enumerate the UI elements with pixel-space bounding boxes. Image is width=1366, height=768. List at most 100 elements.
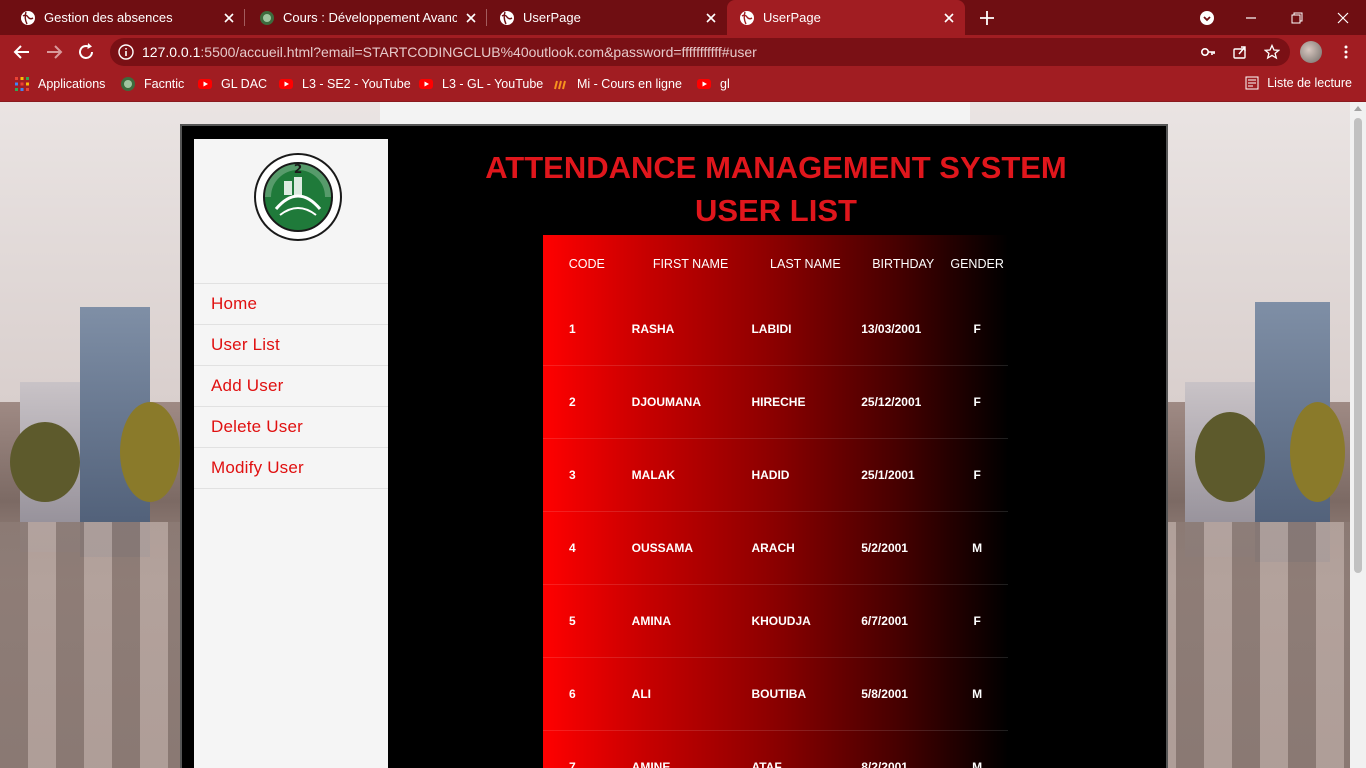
bookmark-label: Mi - Cours en ligne xyxy=(577,77,682,91)
close-icon xyxy=(1337,12,1349,23)
cell-last-name: HIRECHE xyxy=(750,365,861,439)
bookmark-l3-se2[interactable]: L3 - SE2 - YouTube xyxy=(278,76,411,92)
scrollbar-thumb[interactable] xyxy=(1354,118,1362,573)
sidebar-item-modify-user[interactable]: Modify User xyxy=(194,448,388,489)
close-icon[interactable] xyxy=(703,10,719,26)
globe-icon xyxy=(740,10,754,25)
bookmark-mi-cours[interactable]: Mi - Cours en ligne xyxy=(553,76,682,92)
new-tab-plus-icon[interactable] xyxy=(977,8,997,28)
reading-list-button[interactable]: Liste de lecture xyxy=(1245,76,1352,90)
cell-code: 7 xyxy=(543,730,632,768)
cell-birthday: 8/2/2001 xyxy=(860,730,947,768)
close-icon[interactable] xyxy=(221,10,237,26)
column-header-birthday: BIRTHDAY xyxy=(872,257,935,271)
url-host: 127.0.0.1 xyxy=(142,44,201,60)
cell-code: 1 xyxy=(543,293,632,366)
cell-first-name: MALAK xyxy=(631,438,751,512)
cell-code: 3 xyxy=(543,438,632,512)
site-favicon-icon xyxy=(260,10,274,25)
tab-userpage[interactable]: UserPage xyxy=(487,0,727,35)
reading-list-icon xyxy=(1245,76,1259,90)
background-tree xyxy=(1195,412,1265,502)
sidebar-item-add-user[interactable]: Add User xyxy=(194,366,388,407)
user-table: CODE FIRST NAME LAST NAME BIRTHDAY GENDE… xyxy=(543,235,1008,768)
minimize-button[interactable] xyxy=(1228,0,1274,35)
sidebar-item-user-list[interactable]: User List xyxy=(194,325,388,366)
column-header-first-name: FIRST NAME xyxy=(652,257,729,271)
youtube-icon xyxy=(697,79,711,89)
cell-gender: F xyxy=(946,293,1008,366)
bookmark-l3-gl[interactable]: L3 - GL - YouTube xyxy=(418,76,543,92)
tab-gestion-absences[interactable]: Gestion des absences xyxy=(0,0,245,35)
bookmark-label: Facntic xyxy=(144,77,185,91)
bookmark-applications[interactable]: Applications xyxy=(14,76,105,92)
cell-last-name: ARACH xyxy=(750,511,861,585)
info-icon[interactable] xyxy=(118,44,134,60)
table-row: 2 DJOUMANA HIRECHE 25/12/2001 F xyxy=(543,365,1008,439)
column-header-gender: GENDER xyxy=(950,257,1004,271)
page-scrollbar[interactable] xyxy=(1350,102,1366,768)
cell-last-name: HADID xyxy=(750,438,861,512)
tab-title: Cours : Développement Avancé d xyxy=(283,10,457,25)
tab-search-button[interactable] xyxy=(1184,0,1230,35)
bookmark-facntic[interactable]: Facntic xyxy=(120,76,184,92)
cell-first-name: OUSSAMA xyxy=(631,511,751,585)
background-tree xyxy=(120,402,180,502)
close-icon[interactable] xyxy=(463,10,479,26)
tab-cours-developpement[interactable]: Cours : Développement Avancé d xyxy=(245,0,487,35)
sidebar-item-home[interactable]: Home xyxy=(194,284,388,325)
table-row: 5 AMINA KHOUDJA 6/7/2001 F xyxy=(543,584,1008,658)
university-logo: 2 xyxy=(254,153,342,241)
bookmark-label: gl xyxy=(720,77,730,91)
cell-gender: F xyxy=(946,365,1008,439)
table-row: 4 OUSSAMA ARACH 5/2/2001 M xyxy=(543,511,1008,585)
back-arrow-icon[interactable] xyxy=(12,42,32,62)
scroll-up-arrow-icon[interactable] xyxy=(1354,106,1362,111)
key-icon[interactable] xyxy=(1200,44,1216,60)
cell-gender: M xyxy=(946,511,1008,585)
restore-button[interactable] xyxy=(1274,0,1320,35)
bookmark-label: GL DAC xyxy=(221,77,268,91)
bookmark-gl-dac[interactable]: GL DAC xyxy=(197,76,267,92)
reload-icon[interactable] xyxy=(76,42,96,62)
globe-icon xyxy=(21,10,35,25)
close-window-button[interactable] xyxy=(1320,0,1366,35)
youtube-icon xyxy=(198,79,212,89)
kebab-menu-icon[interactable] xyxy=(1338,44,1354,60)
cell-first-name: ALI xyxy=(631,657,751,731)
cell-birthday: 25/12/2001 xyxy=(860,365,947,439)
tab-title: UserPage xyxy=(763,10,821,25)
app-container: 2 Home User List Add User Delete User Mo… xyxy=(180,124,1168,768)
star-bookmark-icon[interactable] xyxy=(1264,44,1280,60)
cell-birthday: 5/2/2001 xyxy=(860,511,947,585)
user-table-container: CODE FIRST NAME LAST NAME BIRTHDAY GENDE… xyxy=(543,235,1008,768)
forward-arrow-icon[interactable] xyxy=(44,42,64,62)
bookmark-label: L3 - GL - YouTube xyxy=(442,77,544,91)
cell-first-name: RASHA xyxy=(631,293,751,366)
bookmark-gl[interactable]: gl xyxy=(696,76,730,92)
restore-icon xyxy=(1291,12,1303,23)
cell-birthday: 13/03/2001 xyxy=(860,293,947,366)
close-icon[interactable] xyxy=(941,10,957,26)
minimize-icon xyxy=(1246,16,1256,19)
cell-birthday: 25/1/2001 xyxy=(860,438,947,512)
share-icon[interactable] xyxy=(1232,44,1248,60)
table-row: 3 MALAK HADID 25/1/2001 F xyxy=(543,438,1008,512)
sidebar-item-delete-user[interactable]: Delete User xyxy=(194,407,388,448)
sidebar-menu: Home User List Add User Delete User Modi… xyxy=(194,283,388,489)
table-row: 6 ALI BOUTIBA 5/8/2001 M xyxy=(543,657,1008,731)
youtube-icon xyxy=(419,79,433,89)
bookmark-label: L3 - SE2 - YouTube xyxy=(302,77,411,91)
reading-list-label: Liste de lecture xyxy=(1267,76,1352,90)
cell-first-name: AMINE xyxy=(631,730,751,768)
cell-last-name: KHOUDJA xyxy=(750,584,861,658)
tab-userpage-active[interactable]: UserPage xyxy=(727,0,965,35)
moodle-icon xyxy=(554,80,566,90)
cell-first-name: DJOUMANA xyxy=(631,365,751,439)
background-tree xyxy=(1290,402,1345,502)
column-header-last-name: LAST NAME xyxy=(770,257,841,271)
cell-last-name: LABIDI xyxy=(750,293,861,366)
cell-first-name: AMINA xyxy=(631,584,751,658)
avatar[interactable] xyxy=(1300,41,1322,63)
url-text[interactable]: 127.0.0.1:5500/accueil.html?email=STARTC… xyxy=(142,44,757,60)
